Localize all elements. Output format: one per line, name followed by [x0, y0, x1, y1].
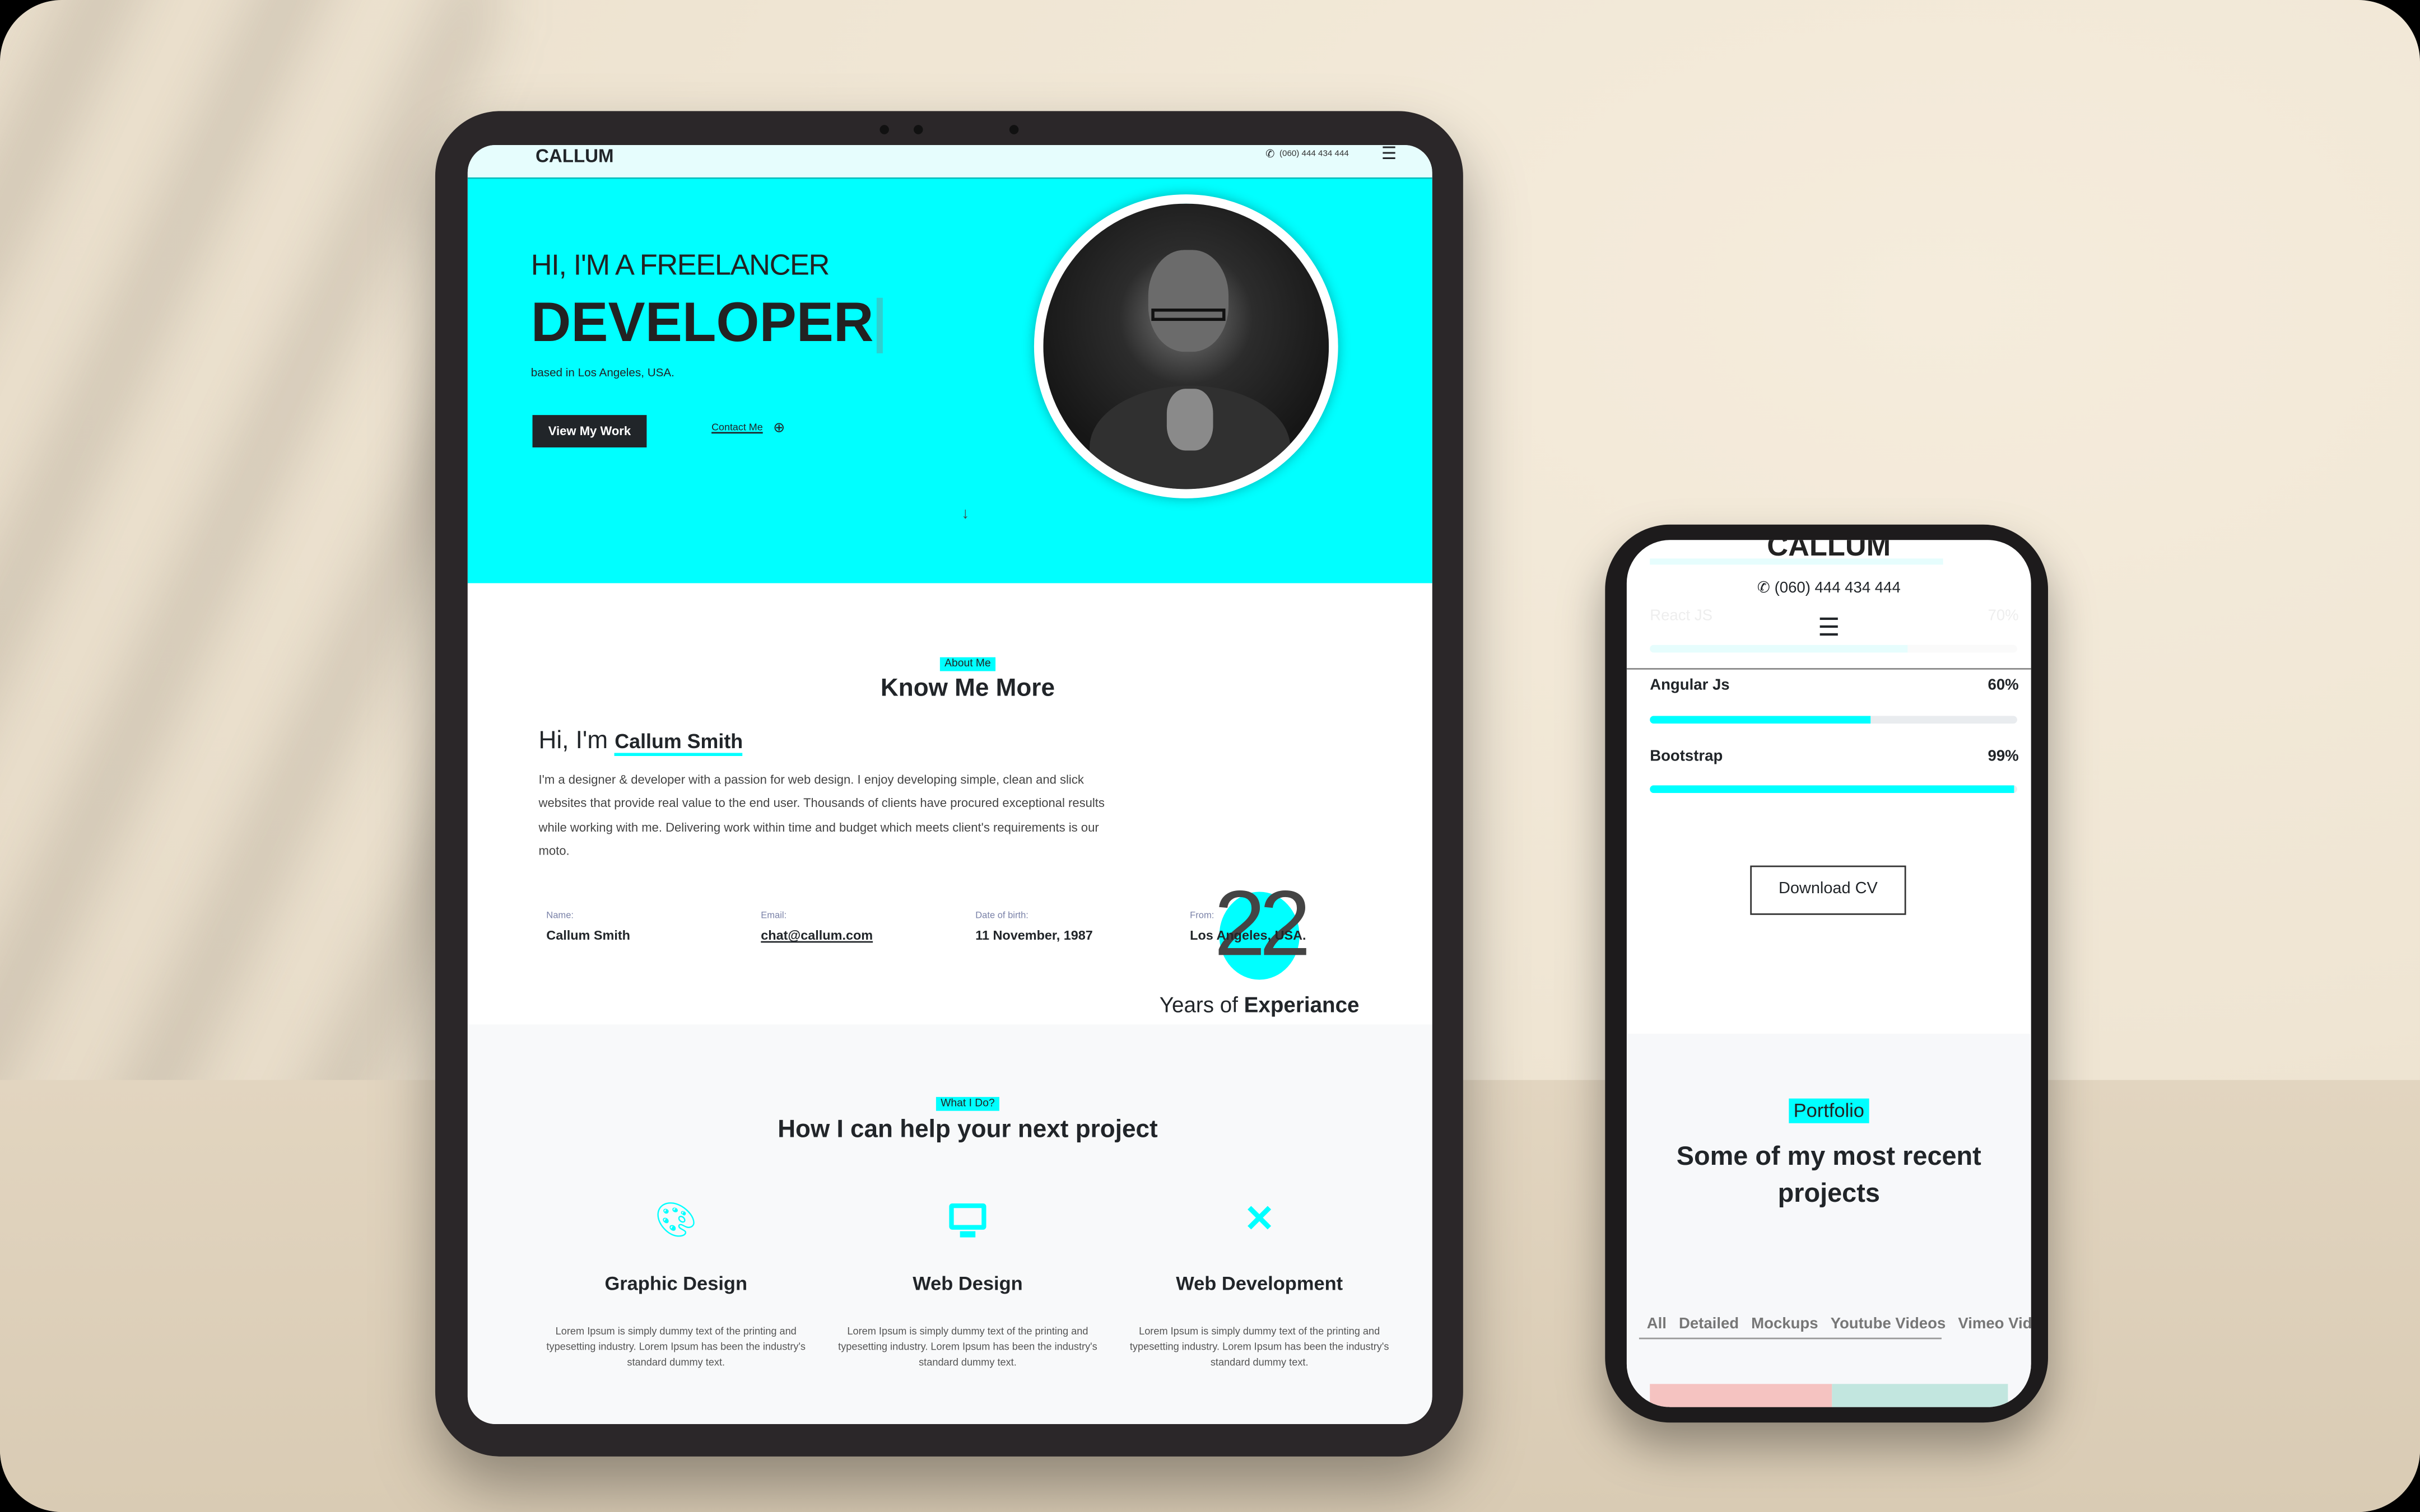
service-title: Web Design — [913, 1272, 1023, 1295]
tablet-screen: CALLUM ✆ (060) 444 434 444 ☰ HI, I'M A F… — [467, 144, 1432, 1424]
info-email: Email: chat@callum.com — [761, 912, 873, 942]
tablet-header: CALLUM ✆ (060) 444 434 444 ☰ — [467, 144, 1432, 179]
info-label: Date of birth: — [975, 912, 1028, 921]
skill-bar — [1650, 645, 2017, 653]
filter-vimeo-videos[interactable]: Vimeo Videos — [1958, 1316, 2031, 1333]
skill-bar — [1650, 716, 2017, 724]
services-section: What I Do? How I can help your next proj… — [467, 1024, 1432, 1424]
phone-number-text: (060) 444 434 444 — [1774, 580, 1901, 598]
info-value: Callum Smith — [546, 927, 630, 943]
skill-bar — [1650, 785, 2017, 794]
email-link[interactable]: chat@callum.com — [761, 927, 873, 943]
skill-name: Angular Js — [1650, 677, 1730, 694]
portfolio-section: Portfolio Some of my most recent project… — [1626, 1033, 2031, 1407]
service-text: Lorem Ipsum is simply dummy text of the … — [838, 1327, 1097, 1369]
portfolio-filters: All Detailed Mockups Youtube Videos Vimeo Vi… — [1647, 1316, 2031, 1333]
about-badge: About Me — [939, 657, 995, 671]
skill-percent: 70% — [1988, 608, 2019, 625]
contact-me-link[interactable]: Contact Me — [711, 423, 763, 433]
service-text: Lorem Ipsum is simply dummy text of the … — [1129, 1327, 1389, 1369]
hero-role: DEVELOPER — [530, 290, 874, 353]
filter-youtube-videos[interactable]: Youtube Videos — [1831, 1316, 1946, 1333]
about-hi: Hi, I'm — [538, 728, 608, 755]
service-title: Graphic Design — [604, 1272, 748, 1295]
phone-screen: CALLUM ✆ (060) 444 434 444 React JS 70% … — [1626, 540, 2031, 1407]
about-bio: I'm a designer & developer with a passio… — [538, 773, 1105, 858]
phone-logo[interactable]: CALLUM — [1767, 540, 1891, 564]
skill-name: React JS — [1650, 608, 1712, 625]
phone-icon: ✆ — [1757, 580, 1770, 598]
filter-mockups[interactable]: Mockups — [1751, 1316, 1818, 1333]
filter-detailed[interactable]: Detailed — [1679, 1316, 1739, 1333]
portfolio-badge: Portfolio — [1789, 1098, 1869, 1123]
palette-icon: 🎨︎ — [654, 1200, 698, 1239]
scroll-down-arrow-icon[interactable]: ↓ — [961, 506, 969, 523]
info-value: 11 November, 1987 — [975, 927, 1093, 943]
about-info-row: Name: Callum Smith Email: chat@callum.com … — [546, 912, 1411, 958]
profile-photo — [1034, 194, 1338, 498]
info-from: From: Los Angeles, USA. — [1190, 912, 1306, 942]
filter-all[interactable]: All — [1647, 1316, 1667, 1333]
about-title: Know Me More — [880, 675, 1055, 702]
about-name: Callum Smith — [615, 730, 743, 756]
desktop-icon-stand — [960, 1231, 976, 1238]
header-phone[interactable]: (060) 444 434 444 — [1279, 150, 1349, 159]
portfolio-title: Some of my most recent projects — [1676, 1141, 1981, 1208]
portfolio-card[interactable] — [1832, 1384, 2008, 1407]
download-cv-button[interactable]: Download CV — [1750, 865, 1906, 915]
hero-section: HI, I'M A FREELANCER DEVELOPER based in … — [467, 179, 1432, 584]
hamburger-menu-icon[interactable]: ☰ — [1381, 146, 1397, 164]
logo[interactable]: CALLUM — [536, 145, 614, 168]
pencil-ruler-icon: ✕ — [1244, 1198, 1275, 1241]
services-badge: What I Do? — [936, 1096, 999, 1111]
info-value: Los Angeles, USA. — [1190, 927, 1306, 943]
desktop-icon — [949, 1203, 986, 1230]
info-label: Email: — [761, 912, 787, 921]
arrow-down-circle-icon: ⊕ — [773, 419, 785, 435]
info-label: From: — [1190, 912, 1214, 921]
hero-greeting: HI, I'M A FREELANCER — [530, 250, 830, 283]
years-label-text: Years of — [1159, 992, 1238, 1017]
typing-cursor — [876, 297, 883, 353]
portfolio-card[interactable] — [1650, 1384, 1832, 1407]
service-text: Lorem Ipsum is simply dummy text of the … — [546, 1327, 806, 1369]
services-title: How I can help your next project — [778, 1117, 1158, 1144]
filter-underline — [1639, 1337, 1942, 1340]
about-section: About Me Know Me More Hi, I'm Callum Smi… — [467, 583, 1432, 1025]
years-label: Years of Experiance — [1160, 992, 1360, 1017]
years-label-bold: Experiance — [1244, 992, 1360, 1017]
hamburger-menu-icon[interactable]: ☰ — [1818, 617, 1840, 642]
service-title: Web Development — [1176, 1272, 1343, 1295]
info-name: Name: Callum Smith — [546, 912, 630, 942]
info-label: Name: — [546, 912, 574, 921]
info-dob: Date of birth: 11 November, 1987 — [975, 912, 1093, 942]
skill-percent: 99% — [1988, 748, 2019, 766]
hero-location: based in Los Angeles, USA. — [530, 365, 674, 380]
skill-percent: 60% — [1988, 677, 2019, 694]
phone-number[interactable]: ✆ (060) 444 434 444 — [1757, 580, 1901, 597]
view-my-work-button[interactable]: View My Work — [532, 415, 647, 447]
phone-icon: ✆ — [1265, 150, 1275, 161]
nav-divider — [1626, 668, 2031, 670]
skill-name: Bootstrap — [1650, 748, 1723, 766]
